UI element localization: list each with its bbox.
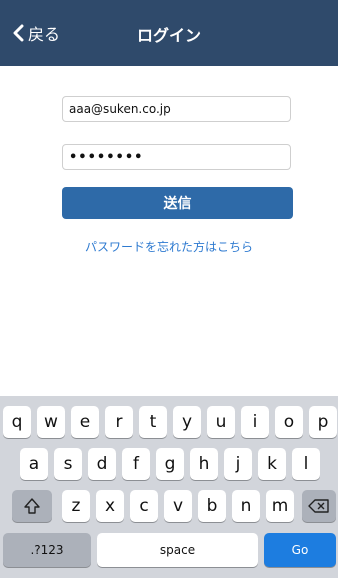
key-h[interactable]: h (190, 448, 218, 480)
key-j[interactable]: j (224, 448, 252, 480)
navigation-bar: 戻る ログイン (0, 0, 338, 66)
key-y[interactable]: y (173, 406, 201, 438)
space-key[interactable]: space (97, 533, 258, 567)
numbers-key[interactable]: .?123 (3, 533, 91, 567)
key-z[interactable]: z (62, 490, 90, 522)
shift-key[interactable] (12, 490, 52, 522)
forgot-password-link[interactable]: パスワードを忘れた方はこちら (0, 238, 338, 255)
email-field[interactable]: aaa@suken.co.jp (62, 96, 291, 122)
go-key[interactable]: Go (264, 533, 336, 567)
key-r[interactable]: r (105, 406, 133, 438)
key-u[interactable]: u (207, 406, 235, 438)
key-b[interactable]: b (198, 490, 226, 522)
key-f[interactable]: f (122, 448, 150, 480)
key-d[interactable]: d (88, 448, 116, 480)
key-m[interactable]: m (266, 490, 294, 522)
key-n[interactable]: n (232, 490, 260, 522)
key-w[interactable]: w (37, 406, 65, 438)
key-c[interactable]: c (130, 490, 158, 522)
key-g[interactable]: g (156, 448, 184, 480)
password-field[interactable]: •••••••• (62, 144, 291, 170)
key-t[interactable]: t (139, 406, 167, 438)
key-i[interactable]: i (241, 406, 269, 438)
key-k[interactable]: k (258, 448, 286, 480)
key-o[interactable]: o (275, 406, 303, 438)
key-s[interactable]: s (54, 448, 82, 480)
key-p[interactable]: p (309, 406, 337, 438)
key-l[interactable]: l (292, 448, 320, 480)
key-v[interactable]: v (164, 490, 192, 522)
backspace-key[interactable] (302, 490, 336, 522)
page-title: ログイン (136, 26, 201, 45)
backspace-icon (308, 499, 329, 513)
key-e[interactable]: e (71, 406, 99, 438)
submit-button[interactable]: 送信 (62, 187, 293, 219)
key-q[interactable]: q (3, 406, 31, 438)
key-a[interactable]: a (20, 448, 48, 480)
key-x[interactable]: x (96, 490, 124, 522)
on-screen-keyboard: q w e r t y u i o p a s d f g h j k l z … (0, 396, 338, 578)
shift-icon (24, 498, 40, 514)
